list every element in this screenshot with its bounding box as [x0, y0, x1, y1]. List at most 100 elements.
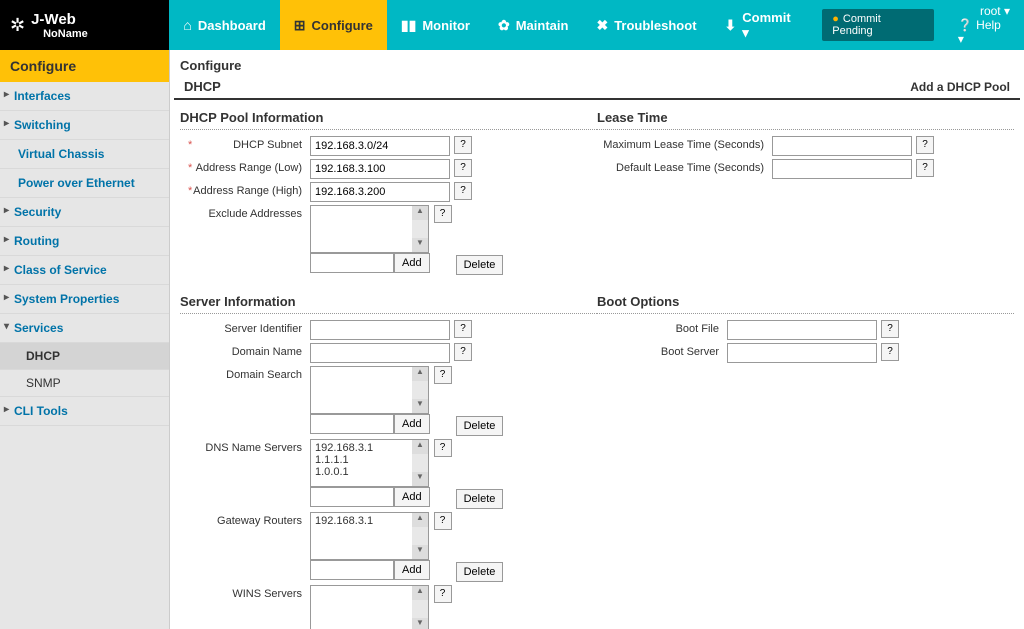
help-domain-name[interactable]: ? — [454, 343, 472, 361]
input-default-lease[interactable] — [772, 159, 912, 179]
sidebar-item-virtual-chassis[interactable]: Virtual Chassis — [0, 140, 169, 169]
main-content: Configure DHCP Add a DHCP Pool DHCP Pool… — [170, 50, 1024, 629]
listbox-dns[interactable]: 192.168.3.1 1.1.1.1 1.0.0.1 ▲ ▼ — [310, 439, 429, 487]
scroll-down-icon[interactable]: ▼ — [412, 399, 428, 413]
sidebar-item-cli-tools[interactable]: CLI Tools — [0, 397, 169, 426]
btn-exclude-delete[interactable]: Delete — [456, 255, 504, 275]
listbox-domain-search[interactable]: ▲▼ — [310, 366, 429, 414]
page-action: Add a DHCP Pool — [910, 80, 1010, 94]
listbox-wins[interactable]: ▲▼ — [310, 585, 429, 629]
brand-title: J-Web — [31, 11, 88, 28]
nav-commit[interactable]: ⬇Commit ▾ — [711, 0, 813, 50]
label-range-high: Address Range (High) — [180, 182, 310, 197]
scroll-up-icon[interactable]: ▲ — [412, 206, 428, 220]
scroll-down-icon[interactable]: ▼ — [412, 618, 428, 629]
help-icon: ❔ — [958, 18, 976, 32]
nav-troubleshoot[interactable]: ✖Troubleshoot — [582, 0, 710, 50]
help-range-low[interactable]: ? — [454, 159, 472, 177]
help-boot-server[interactable]: ? — [881, 343, 899, 361]
help-gateway[interactable]: ? — [434, 512, 452, 530]
brand-subtitle: NoName — [43, 28, 88, 40]
help-subnet[interactable]: ? — [454, 136, 472, 154]
listbox-exclude[interactable]: ▲▼ — [310, 205, 429, 253]
sidebar-item-routing[interactable]: Routing — [0, 227, 169, 256]
label-gateway: Gateway Routers — [180, 512, 310, 527]
input-domain-name[interactable] — [310, 343, 450, 363]
help-menu[interactable]: ❔ Help ▾ — [958, 18, 1010, 46]
input-server-id[interactable] — [310, 320, 450, 340]
sidebar-item-poe[interactable]: Power over Ethernet — [0, 169, 169, 198]
input-dns-add[interactable] — [310, 487, 394, 507]
nav-configure[interactable]: ⊞Configure — [280, 0, 387, 50]
scroll-up-icon[interactable]: ▲ — [412, 367, 428, 381]
input-gateway-add[interactable] — [310, 560, 394, 580]
help-max-lease[interactable]: ? — [916, 136, 934, 154]
label-default-lease: Default Lease Time (Seconds) — [597, 159, 772, 174]
help-dns[interactable]: ? — [434, 439, 452, 457]
help-exclude[interactable]: ? — [434, 205, 452, 223]
btn-gateway-delete[interactable]: Delete — [456, 562, 504, 582]
sidebar-item-cos[interactable]: Class of Service — [0, 256, 169, 285]
btn-domain-search-add[interactable]: Add — [394, 414, 430, 434]
help-wins[interactable]: ? — [434, 585, 452, 603]
nav-maintain[interactable]: ✿Maintain — [484, 0, 582, 50]
input-domain-search-add[interactable] — [310, 414, 394, 434]
input-exclude-add[interactable] — [310, 253, 394, 273]
input-range-low[interactable] — [310, 159, 450, 179]
sidebar-item-switching[interactable]: Switching — [0, 111, 169, 140]
commit-icon: ⬇ — [725, 17, 737, 34]
label-boot-file: Boot File — [597, 320, 727, 335]
section-server-info: Server Information — [180, 290, 597, 314]
top-right: root ▾ ❔ Help ▾ — [944, 0, 1024, 50]
sidebar-item-system-properties[interactable]: System Properties — [0, 285, 169, 314]
monitor-icon: ▮▮ — [401, 17, 416, 34]
nav-dashboard[interactable]: ⌂Dashboard — [169, 0, 279, 50]
help-range-high[interactable]: ? — [454, 182, 472, 200]
input-dhcp-subnet[interactable] — [310, 136, 450, 156]
sidebar-item-snmp[interactable]: SNMP — [0, 370, 169, 397]
label-dns: DNS Name Servers — [180, 439, 310, 454]
btn-dns-delete[interactable]: Delete — [456, 489, 504, 509]
list-item[interactable]: 192.168.3.1 — [313, 442, 426, 454]
nav-monitor[interactable]: ▮▮Monitor — [387, 0, 484, 50]
sidebar-item-interfaces[interactable]: Interfaces — [0, 82, 169, 111]
listbox-gateway[interactable]: 192.168.3.1 ▲ ▼ — [310, 512, 429, 560]
label-max-lease: Maximum Lease Time (Seconds) — [597, 136, 772, 151]
input-boot-server[interactable] — [727, 343, 877, 363]
commit-pending-badge[interactable]: Commit Pending — [822, 9, 934, 41]
help-domain-search[interactable]: ? — [434, 366, 452, 384]
list-item[interactable]: 192.168.3.1 — [313, 515, 426, 527]
btn-gateway-add[interactable]: Add — [394, 560, 430, 580]
scroll-up-icon[interactable]: ▲ — [412, 440, 428, 454]
user-menu[interactable]: root ▾ — [980, 4, 1010, 18]
scroll-down-icon[interactable]: ▼ — [412, 472, 428, 486]
brand-block: ✲ J-Web NoName — [0, 0, 169, 50]
list-item[interactable]: 1.1.1.1 — [313, 454, 426, 466]
input-boot-file[interactable] — [727, 320, 877, 340]
input-max-lease[interactable] — [772, 136, 912, 156]
label-domain-search: Domain Search — [180, 366, 310, 381]
list-item[interactable]: 1.0.0.1 — [313, 466, 426, 478]
input-range-high[interactable] — [310, 182, 450, 202]
scroll-down-icon[interactable]: ▼ — [412, 545, 428, 559]
btn-domain-search-delete[interactable]: Delete — [456, 416, 504, 436]
home-icon: ⌂ — [183, 17, 191, 33]
sidebar-item-services[interactable]: Services — [0, 314, 169, 343]
breadcrumb: Configure — [170, 50, 1024, 75]
help-default-lease[interactable]: ? — [916, 159, 934, 177]
help-server-id[interactable]: ? — [454, 320, 472, 338]
section-pool-info: DHCP Pool Information — [180, 106, 597, 130]
troubleshoot-icon: ✖ — [596, 17, 608, 34]
label-server-id: Server Identifier — [180, 320, 310, 335]
sidebar-item-dhcp[interactable]: DHCP — [0, 343, 169, 370]
sidebar-item-security[interactable]: Security — [0, 198, 169, 227]
brand-logo-icon: ✲ — [10, 15, 25, 36]
btn-dns-add[interactable]: Add — [394, 487, 430, 507]
label-range-low: Address Range (Low) — [180, 159, 310, 174]
help-boot-file[interactable]: ? — [881, 320, 899, 338]
scroll-up-icon[interactable]: ▲ — [412, 586, 428, 600]
btn-exclude-add[interactable]: Add — [394, 253, 430, 273]
scroll-up-icon[interactable]: ▲ — [412, 513, 428, 527]
scroll-down-icon[interactable]: ▼ — [412, 238, 428, 252]
configure-icon: ⊞ — [294, 17, 306, 34]
